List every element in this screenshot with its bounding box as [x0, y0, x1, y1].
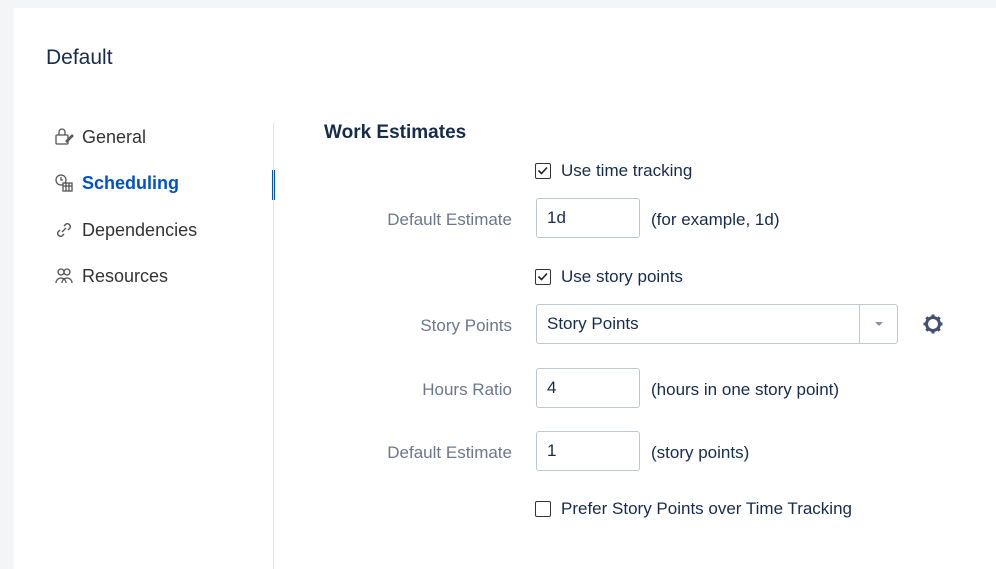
page-title: Default	[46, 46, 113, 69]
sidebar-divider	[273, 123, 274, 569]
checkbox-label: Use time tracking	[561, 161, 693, 180]
checkbox-checked[interactable]	[535, 163, 551, 179]
people-icon	[54, 266, 74, 286]
dropdown-arrow-icon[interactable]	[859, 305, 897, 343]
default-estimate-label: Default Estimate	[387, 210, 512, 229]
story-points-select[interactable]: Story Points	[536, 304, 898, 344]
hours-ratio-label: Hours Ratio	[422, 380, 512, 399]
sidebar-item-label: Resources	[82, 265, 169, 286]
general-icon	[54, 127, 74, 147]
settings-panel: Default General Scheduling Dependencies …	[14, 8, 996, 569]
default-estimate-input[interactable]	[536, 198, 640, 238]
hours-ratio-input[interactable]	[536, 368, 640, 408]
default-estimate-points-label: Default Estimate	[387, 443, 512, 462]
sidebar-item-label: Scheduling	[82, 172, 180, 193]
default-estimate-points-input[interactable]	[536, 431, 640, 471]
use-story-points-checkbox[interactable]: Use story points	[535, 267, 683, 287]
sidebar-item-scheduling[interactable]: Scheduling	[54, 170, 179, 196]
scheduling-icon	[54, 173, 74, 193]
use-time-tracking-checkbox[interactable]: Use time tracking	[535, 161, 692, 181]
sidebar-item-label: General	[82, 126, 147, 147]
hours-ratio-hint: (hours in one story point)	[651, 380, 840, 399]
sidebar-item-resources[interactable]: Resources	[54, 263, 168, 289]
story-points-label: Story Points	[420, 316, 512, 335]
checkbox-checked[interactable]	[535, 269, 551, 285]
checkbox-label: Prefer Story Points over Time Tracking	[561, 499, 852, 518]
story-points-selected-value: Story Points	[547, 314, 639, 333]
default-estimate-hint: (for example, 1d)	[651, 210, 780, 229]
prefer-story-points-checkbox[interactable]: Prefer Story Points over Time Tracking	[535, 499, 852, 519]
default-estimate-points-hint: (story points)	[651, 443, 750, 462]
sidebar-item-general[interactable]: General	[54, 124, 146, 150]
checkbox-label: Use story points	[561, 267, 683, 286]
section-title: Work Estimates	[324, 122, 467, 143]
checkbox-unchecked[interactable]	[535, 501, 551, 517]
gear-icon[interactable]	[922, 313, 944, 335]
